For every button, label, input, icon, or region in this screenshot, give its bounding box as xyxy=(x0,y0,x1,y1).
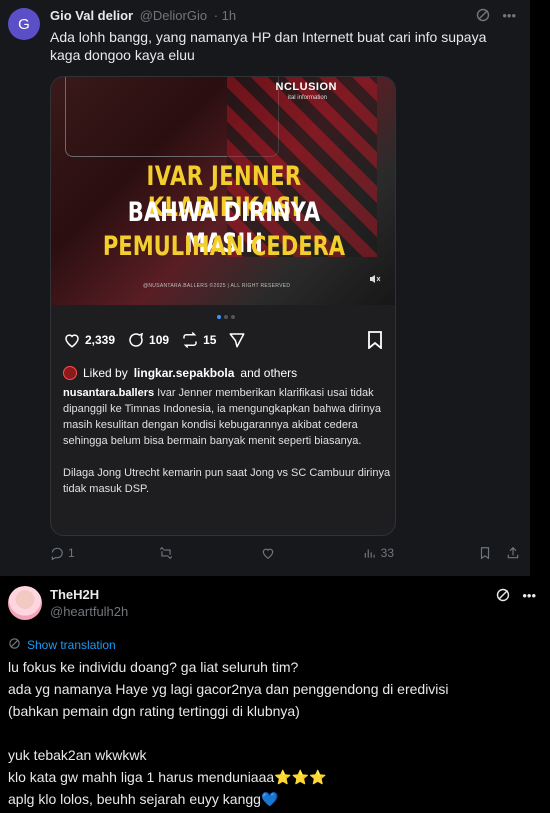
sponsor-text: NCLUSION xyxy=(275,81,337,93)
share-icon[interactable] xyxy=(506,546,520,560)
carousel-dot xyxy=(224,315,228,319)
post-time[interactable]: · 1h xyxy=(214,8,236,23)
user-avatar-icon xyxy=(63,366,77,380)
carousel-dot xyxy=(231,315,235,319)
grok-slash-icon[interactable] xyxy=(476,8,490,25)
send-icon xyxy=(229,333,245,348)
heart-icon xyxy=(262,548,273,559)
heart-icon xyxy=(65,334,79,348)
ig-bookmark xyxy=(367,331,383,354)
views-button[interactable]: 33 xyxy=(363,546,394,560)
grok-slash-icon[interactable] xyxy=(496,588,510,605)
ig-like: 2,339 xyxy=(63,331,115,349)
carousel-dot-active xyxy=(217,315,221,319)
more-horizontal-icon[interactable]: ••• xyxy=(522,588,536,605)
ig-repost-count: 15 xyxy=(203,333,217,347)
carousel-dots xyxy=(217,315,235,319)
ig-comment: 109 xyxy=(127,331,169,349)
author-name[interactable]: TheH2H xyxy=(50,587,128,602)
post-top-actions: ••• xyxy=(496,588,536,605)
comment-icon xyxy=(129,332,144,347)
post-meta: Gio Val delior @DeliorGio · 1h xyxy=(50,8,236,23)
post-text: lu fokus ke individu doang? ga liat selu… xyxy=(8,659,449,807)
translate-icon xyxy=(8,637,21,653)
bookmark-button[interactable] xyxy=(478,546,520,560)
caption-text-2: Dilaga Jong Utrecht kemarin pun saat Jon… xyxy=(63,467,391,495)
bookmark-icon xyxy=(480,547,490,560)
repost-icon xyxy=(159,546,172,560)
ig-comment-count: 109 xyxy=(149,333,170,347)
like-button[interactable] xyxy=(261,546,279,560)
ig-repost: 15 xyxy=(181,331,216,349)
ig-share xyxy=(228,331,246,349)
repost-icon xyxy=(183,331,197,349)
more-horizontal-icon[interactable]: ••• xyxy=(502,8,516,25)
author-handle[interactable]: @DeliorGio xyxy=(140,8,207,23)
ig-action-row: 2,339 109 15 xyxy=(63,331,258,349)
avatar[interactable]: G xyxy=(8,8,40,40)
views-icon xyxy=(364,549,375,558)
post-top-actions: ••• xyxy=(476,8,516,25)
show-translation-link[interactable]: Show translation xyxy=(8,637,116,653)
liked-by-suffix: and others xyxy=(240,366,298,380)
embed-photo: NCLUSION ital information IVAR JENNER KL… xyxy=(51,77,395,305)
headline-line-3: PEMULIHAN CEDERA xyxy=(102,231,346,262)
post-meta: TheH2H @heartfulh2h xyxy=(50,587,128,619)
views-count: 33 xyxy=(380,546,394,560)
caption-user: nusantara.ballers xyxy=(63,387,155,399)
mute-icon[interactable] xyxy=(369,273,381,285)
author-handle[interactable]: @heartfulh2h xyxy=(50,604,128,619)
ig-like-count: 2,339 xyxy=(85,333,116,347)
liked-by-row: Liked by lingkar.sepakbola and others xyxy=(63,366,297,380)
bookmark-icon xyxy=(368,331,382,350)
sponsor-subtext: ital information xyxy=(287,95,327,101)
liked-by-prefix: Liked by xyxy=(83,366,128,380)
avatar[interactable] xyxy=(8,586,42,620)
post-text: Ada lohh bangg, yang namanya HP dan Inte… xyxy=(50,29,487,63)
show-translation-label[interactable]: Show translation xyxy=(27,638,116,652)
reply-button[interactable]: 1 xyxy=(50,546,75,560)
embedded-image[interactable]: NCLUSION ital information IVAR JENNER KL… xyxy=(50,76,396,536)
reply-icon xyxy=(51,547,63,560)
reply-post[interactable]: G Gio Val delior @DeliorGio · 1h ••• Ada… xyxy=(0,0,530,576)
repost-button[interactable] xyxy=(159,546,177,560)
author-name[interactable]: Gio Val delior xyxy=(50,8,133,23)
ig-caption: nusantara.ballers Ivar Jenner memberikan… xyxy=(63,385,393,497)
reply-count: 1 xyxy=(68,546,75,560)
post-action-bar: 1 33 xyxy=(50,546,520,560)
copyright-text: @NUSANTARA.BALLERS ©2025 | ALL RIGHT RES… xyxy=(143,283,291,289)
liked-by-user: lingkar.sepakbola xyxy=(133,366,235,380)
